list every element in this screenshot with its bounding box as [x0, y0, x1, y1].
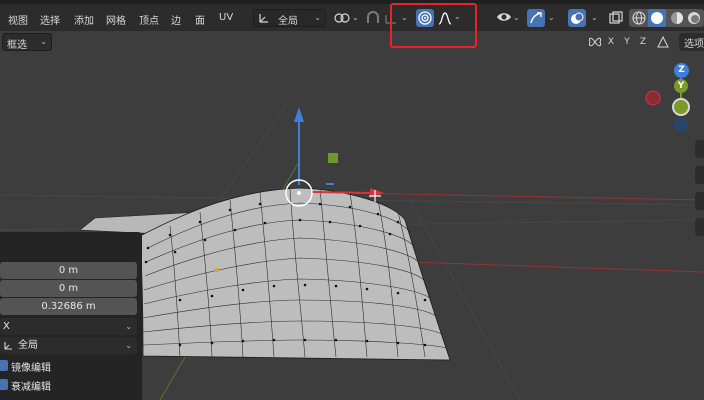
snap-icon[interactable] — [365, 11, 381, 25]
transform-orientation-label: 全局 — [278, 16, 298, 27]
visibility-eye-icon[interactable] — [496, 10, 512, 24]
orientation-axes-icon — [4, 342, 12, 350]
navigation-gizmo[interactable] — [640, 60, 704, 140]
highlight-box — [390, 3, 477, 48]
transform-orientation-dropdown[interactable]: 全局 ⌄ — [253, 9, 326, 27]
menu-face[interactable]: 面 — [195, 12, 205, 27]
chevron-down-icon[interactable]: ⌄ — [513, 13, 520, 22]
menu-edge[interactable]: 边 — [171, 12, 181, 27]
chevron-down-icon: ⌄ — [125, 341, 132, 350]
pan-button[interactable] — [695, 166, 704, 184]
chevron-down-icon[interactable]: ⌄ — [548, 13, 555, 22]
gizmo-y-button[interactable]: Y — [674, 79, 688, 93]
gizmo-x-arrow[interactable] — [311, 191, 373, 194]
gizmo-toggle-button[interactable] — [527, 9, 545, 27]
menu-view[interactable]: 视图 — [8, 12, 28, 27]
proportional-editing-checkbox[interactable] — [0, 379, 8, 390]
select-mode-dropdown[interactable]: 框选 ⌄ — [2, 33, 52, 51]
origin-point — [215, 268, 219, 272]
orientation-dropdown[interactable]: 全局 ⌄ — [0, 337, 137, 354]
mirror-axis-x[interactable]: X — [604, 35, 618, 49]
solid-shading-icon — [651, 12, 663, 24]
mirror-axis-z[interactable]: Z — [636, 35, 650, 49]
select-mode-label: 框选 — [7, 40, 27, 51]
gizmo-plane-handle[interactable] — [328, 153, 338, 163]
chevron-down-icon[interactable]: ⌄ — [352, 13, 359, 22]
gizmo-z-button[interactable]: Z — [674, 63, 689, 78]
vertex-group-icon[interactable] — [656, 35, 670, 49]
solid-shading-button[interactable] — [648, 9, 666, 27]
options-button[interactable]: 选项 — [679, 33, 704, 51]
menu-uv[interactable]: UV — [219, 12, 233, 23]
wireframe-shading-icon[interactable] — [632, 11, 646, 25]
menu-select[interactable]: 选择 — [40, 12, 60, 27]
xray-icon[interactable] — [609, 11, 623, 25]
menu-add[interactable]: 添加 — [74, 12, 94, 27]
constraint-axis-label: X — [3, 321, 10, 332]
rendered-shading-icon[interactable] — [687, 11, 701, 25]
move-x-field[interactable]: 0 m — [0, 262, 137, 279]
perspective-toggle-button[interactable] — [695, 218, 704, 236]
zoom-button[interactable] — [695, 140, 704, 158]
overlay-icon — [571, 12, 584, 24]
header-bar: 视图 选择 添加 网格 顶点 边 面 UV 全局 ⌄ ⌄ ⌄ ⌄ ⌄ ⌄ ⌄ — [0, 4, 704, 31]
menu-vertex[interactable]: 顶点 — [139, 12, 159, 27]
options-label: 选项 — [684, 39, 704, 50]
move-y-field[interactable]: 0 m — [0, 280, 137, 297]
chevron-down-icon[interactable]: ⌄ — [591, 13, 598, 22]
orientation-axes-icon — [259, 14, 268, 23]
selected-vertex — [297, 191, 301, 195]
camera-view-button[interactable] — [695, 192, 704, 210]
chevron-down-icon: ⌄ — [40, 37, 47, 46]
orientation-label: 全局 — [18, 340, 38, 351]
material-shading-icon[interactable] — [670, 11, 684, 25]
chevron-down-icon: ⌄ — [125, 322, 132, 331]
mirror-editing-checkbox[interactable] — [0, 360, 8, 371]
move-z-field[interactable]: 0.32686 m — [0, 298, 137, 315]
proportional-editing-label: 衰减编辑 — [11, 382, 51, 393]
menu-mesh[interactable]: 网格 — [106, 12, 126, 27]
chevron-down-icon: ⌄ — [314, 13, 321, 22]
shading-mode-group — [629, 9, 704, 27]
x-axis-line-2 — [409, 261, 704, 273]
mirror-axis-y[interactable]: Y — [620, 35, 634, 49]
gizmo-icon — [530, 12, 542, 24]
mirror-butterfly-icon[interactable] — [588, 35, 602, 49]
overlay-toggle-button[interactable] — [568, 9, 586, 27]
gizmo-center-ball[interactable] — [672, 98, 690, 116]
operator-panel: 0 m 0 m 0.32686 m X ⌄ 全局 ⌄ 镜像编辑 衰减编辑 — [0, 232, 142, 400]
pivot-point-icon[interactable] — [334, 11, 350, 25]
deformed-mesh — [139, 187, 451, 361]
constraint-axis-dropdown[interactable]: X ⌄ — [0, 318, 137, 335]
gizmo-z-arrowhead[interactable] — [294, 107, 304, 122]
mirror-editing-label: 镜像编辑 — [11, 363, 51, 374]
